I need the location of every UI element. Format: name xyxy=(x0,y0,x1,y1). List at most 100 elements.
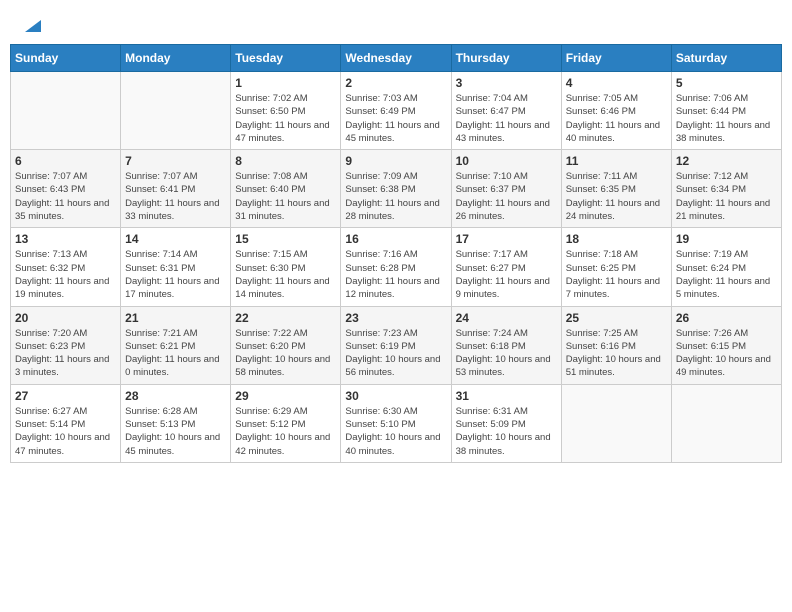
calendar-cell: 9 Sunrise: 7:09 AM Sunset: 6:38 PM Daylig… xyxy=(341,150,451,228)
calendar-cell xyxy=(671,384,781,462)
day-info: Sunrise: 7:16 AM Sunset: 6:28 PM Dayligh… xyxy=(345,248,446,301)
calendar-cell: 6Sunrise: 7:07 AM Sunset: 6:43 PM Daylig… xyxy=(11,150,121,228)
day-number: 24 xyxy=(456,311,557,325)
day-info: Sunrise: 6:30 AM Sunset: 5:10 PM Dayligh… xyxy=(345,405,446,458)
day-number: 16 xyxy=(345,232,446,246)
calendar-day-header: Friday xyxy=(561,45,671,72)
calendar-cell: 24 Sunrise: 7:24 AM Sunset: 6:18 PM Dayli… xyxy=(451,306,561,384)
logo xyxy=(18,14,41,32)
logo-icon xyxy=(19,14,41,36)
day-number: 29 xyxy=(235,389,336,403)
day-info: Sunrise: 7:08 AM Sunset: 6:40 PM Dayligh… xyxy=(235,170,336,223)
day-number: 9 xyxy=(345,154,446,168)
calendar-day-header: Thursday xyxy=(451,45,561,72)
calendar-cell: 18 Sunrise: 7:18 AM Sunset: 6:25 PM Dayli… xyxy=(561,228,671,306)
day-number: 27 xyxy=(15,389,116,403)
calendar-cell: 13 Sunrise: 7:13 AM Sunset: 6:32 PM Dayli… xyxy=(11,228,121,306)
day-number: 6 xyxy=(15,154,116,168)
calendar-cell: 28 Sunrise: 6:28 AM Sunset: 5:13 PM Dayli… xyxy=(121,384,231,462)
day-number: 21 xyxy=(125,311,226,325)
calendar-cell: 30 Sunrise: 6:30 AM Sunset: 5:10 PM Dayli… xyxy=(341,384,451,462)
day-number: 13 xyxy=(15,232,116,246)
day-info: Sunrise: 7:14 AM Sunset: 6:31 PM Dayligh… xyxy=(125,248,226,301)
day-info: Sunrise: 7:22 AM Sunset: 6:20 PM Dayligh… xyxy=(235,327,336,380)
calendar-day-header: Sunday xyxy=(11,45,121,72)
calendar-day-header: Wednesday xyxy=(341,45,451,72)
calendar-cell xyxy=(121,72,231,150)
day-info: Sunrise: 7:09 AM Sunset: 6:38 PM Dayligh… xyxy=(345,170,446,223)
day-info: Sunrise: 7:07 AM Sunset: 6:41 PM Dayligh… xyxy=(125,170,226,223)
calendar-cell: 1Sunrise: 7:02 AM Sunset: 6:50 PM Daylig… xyxy=(231,72,341,150)
calendar-cell: 16 Sunrise: 7:16 AM Sunset: 6:28 PM Dayli… xyxy=(341,228,451,306)
day-number: 11 xyxy=(566,154,667,168)
calendar-week-row: 13 Sunrise: 7:13 AM Sunset: 6:32 PM Dayli… xyxy=(11,228,782,306)
day-number: 17 xyxy=(456,232,557,246)
day-number: 30 xyxy=(345,389,446,403)
day-number: 3 xyxy=(456,76,557,90)
calendar-cell xyxy=(561,384,671,462)
calendar-cell: 14 Sunrise: 7:14 AM Sunset: 6:31 PM Dayli… xyxy=(121,228,231,306)
day-info: Sunrise: 7:23 AM Sunset: 6:19 PM Dayligh… xyxy=(345,327,446,380)
day-info: Sunrise: 6:31 AM Sunset: 5:09 PM Dayligh… xyxy=(456,405,557,458)
day-info: Sunrise: 7:05 AM Sunset: 6:46 PM Dayligh… xyxy=(566,92,667,145)
calendar-cell: 2 Sunrise: 7:03 AM Sunset: 6:49 PM Daylig… xyxy=(341,72,451,150)
calendar-cell: 19Sunrise: 7:19 AM Sunset: 6:24 PM Dayli… xyxy=(671,228,781,306)
day-info: Sunrise: 7:18 AM Sunset: 6:25 PM Dayligh… xyxy=(566,248,667,301)
calendar-table: SundayMondayTuesdayWednesdayThursdayFrid… xyxy=(10,44,782,463)
day-number: 2 xyxy=(345,76,446,90)
page-header xyxy=(10,10,782,36)
calendar-cell: 5Sunrise: 7:06 AM Sunset: 6:44 PM Daylig… xyxy=(671,72,781,150)
day-number: 26 xyxy=(676,311,777,325)
day-info: Sunrise: 7:02 AM Sunset: 6:50 PM Dayligh… xyxy=(235,92,336,145)
day-info: Sunrise: 6:28 AM Sunset: 5:13 PM Dayligh… xyxy=(125,405,226,458)
day-info: Sunrise: 7:21 AM Sunset: 6:21 PM Dayligh… xyxy=(125,327,226,380)
day-info: Sunrise: 7:10 AM Sunset: 6:37 PM Dayligh… xyxy=(456,170,557,223)
calendar-cell: 12 Sunrise: 7:12 AM Sunset: 6:34 PM Dayli… xyxy=(671,150,781,228)
day-info: Sunrise: 7:04 AM Sunset: 6:47 PM Dayligh… xyxy=(456,92,557,145)
day-info: Sunrise: 7:11 AM Sunset: 6:35 PM Dayligh… xyxy=(566,170,667,223)
day-info: Sunrise: 6:27 AM Sunset: 5:14 PM Dayligh… xyxy=(15,405,116,458)
day-number: 18 xyxy=(566,232,667,246)
calendar-cell: 21 Sunrise: 7:21 AM Sunset: 6:21 PM Dayli… xyxy=(121,306,231,384)
day-number: 8 xyxy=(235,154,336,168)
calendar-cell: 26 Sunrise: 7:26 AM Sunset: 6:15 PM Dayli… xyxy=(671,306,781,384)
calendar-cell: 29Sunrise: 6:29 AM Sunset: 5:12 PM Dayli… xyxy=(231,384,341,462)
calendar-cell xyxy=(11,72,121,150)
day-number: 4 xyxy=(566,76,667,90)
calendar-cell: 20 Sunrise: 7:20 AM Sunset: 6:23 PM Dayli… xyxy=(11,306,121,384)
day-info: Sunrise: 7:17 AM Sunset: 6:27 PM Dayligh… xyxy=(456,248,557,301)
calendar-cell: 17 Sunrise: 7:17 AM Sunset: 6:27 PM Dayli… xyxy=(451,228,561,306)
calendar-cell: 31 Sunrise: 6:31 AM Sunset: 5:09 PM Dayli… xyxy=(451,384,561,462)
calendar-cell: 25Sunrise: 7:25 AM Sunset: 6:16 PM Dayli… xyxy=(561,306,671,384)
calendar-cell: 11 Sunrise: 7:11 AM Sunset: 6:35 PM Dayli… xyxy=(561,150,671,228)
calendar-week-row: 1Sunrise: 7:02 AM Sunset: 6:50 PM Daylig… xyxy=(11,72,782,150)
calendar-cell: 23Sunrise: 7:23 AM Sunset: 6:19 PM Dayli… xyxy=(341,306,451,384)
calendar-day-header: Saturday xyxy=(671,45,781,72)
day-number: 20 xyxy=(15,311,116,325)
calendar-body: 1Sunrise: 7:02 AM Sunset: 6:50 PM Daylig… xyxy=(11,72,782,463)
calendar-cell: 3 Sunrise: 7:04 AM Sunset: 6:47 PM Daylig… xyxy=(451,72,561,150)
day-number: 7 xyxy=(125,154,226,168)
day-info: Sunrise: 7:12 AM Sunset: 6:34 PM Dayligh… xyxy=(676,170,777,223)
day-info: Sunrise: 7:19 AM Sunset: 6:24 PM Dayligh… xyxy=(676,248,777,301)
day-info: Sunrise: 7:26 AM Sunset: 6:15 PM Dayligh… xyxy=(676,327,777,380)
day-info: Sunrise: 7:03 AM Sunset: 6:49 PM Dayligh… xyxy=(345,92,446,145)
day-info: Sunrise: 7:24 AM Sunset: 6:18 PM Dayligh… xyxy=(456,327,557,380)
calendar-cell: 27 Sunrise: 6:27 AM Sunset: 5:14 PM Dayli… xyxy=(11,384,121,462)
day-info: Sunrise: 7:13 AM Sunset: 6:32 PM Dayligh… xyxy=(15,248,116,301)
day-number: 12 xyxy=(676,154,777,168)
calendar-cell: 7 Sunrise: 7:07 AM Sunset: 6:41 PM Daylig… xyxy=(121,150,231,228)
calendar-week-row: 27 Sunrise: 6:27 AM Sunset: 5:14 PM Dayli… xyxy=(11,384,782,462)
day-number: 22 xyxy=(235,311,336,325)
day-number: 15 xyxy=(235,232,336,246)
calendar-week-row: 20 Sunrise: 7:20 AM Sunset: 6:23 PM Dayli… xyxy=(11,306,782,384)
day-info: Sunrise: 7:06 AM Sunset: 6:44 PM Dayligh… xyxy=(676,92,777,145)
day-number: 31 xyxy=(456,389,557,403)
day-number: 28 xyxy=(125,389,226,403)
calendar-cell: 22 Sunrise: 7:22 AM Sunset: 6:20 PM Dayli… xyxy=(231,306,341,384)
day-number: 14 xyxy=(125,232,226,246)
day-info: Sunrise: 7:25 AM Sunset: 6:16 PM Dayligh… xyxy=(566,327,667,380)
day-info: Sunrise: 7:15 AM Sunset: 6:30 PM Dayligh… xyxy=(235,248,336,301)
day-info: Sunrise: 7:20 AM Sunset: 6:23 PM Dayligh… xyxy=(15,327,116,380)
calendar-header-row: SundayMondayTuesdayWednesdayThursdayFrid… xyxy=(11,45,782,72)
